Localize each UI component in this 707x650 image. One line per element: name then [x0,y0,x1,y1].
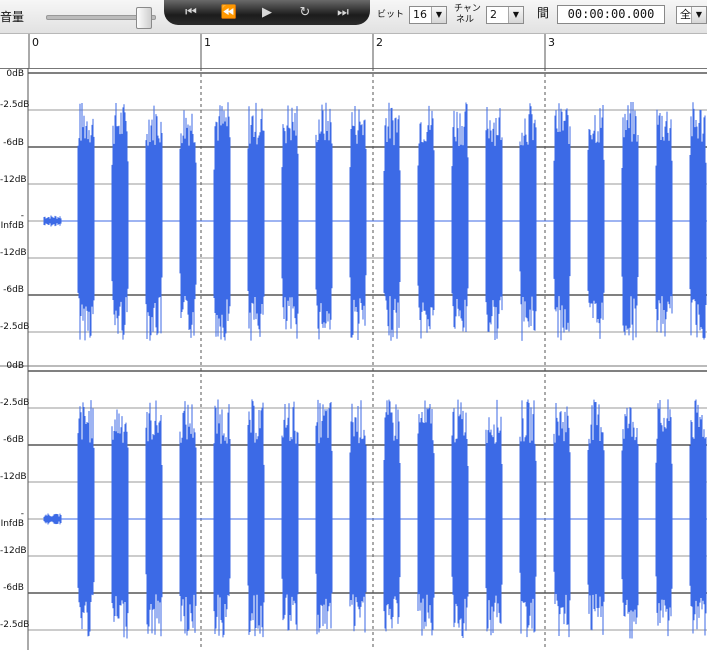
waveform-burst [145,400,163,637]
bit-depth-value: 16 [413,8,427,21]
db-label: -12dB [0,175,27,185]
db-label: -2.5dB [0,620,30,630]
channel-label-line1: チャン [454,4,481,14]
toolbar: 音量 ⏮ ⏪ ▶ ↻ ⏭ ビット 16 ▼ チャン ネル 2 ▼ 間 00:00… [0,0,707,34]
chevron-down-icon[interactable]: ▼ [508,7,523,23]
waveform-burst [349,400,367,633]
db-label: -6dB [3,285,24,295]
waveform-blip [43,215,62,227]
volume-slider[interactable] [46,7,156,29]
db-label: -6dB [3,583,24,593]
waveform-burst [77,400,95,637]
db-label: -12dB [0,546,27,556]
waveform-burst [145,105,163,341]
scope-select[interactable]: 全 ▼ [676,6,707,24]
channel-label-line2: ネル [456,15,475,25]
waveform-burst [281,401,299,631]
waveform-burst [553,402,571,638]
chevron-down-icon[interactable]: ▼ [431,7,446,23]
waveform-burst [451,102,469,332]
bit-label: ビット [377,10,405,20]
waveform-burst [655,399,673,637]
waveform-burst [349,106,367,340]
loop-icon[interactable]: ↻ [294,3,316,23]
db-label: -6dB [3,435,24,445]
waveform-burst [451,399,469,638]
waveform-burst [179,401,197,636]
waveform-burst [655,109,673,337]
waveform-burst [111,103,129,340]
db-label: -12dB [0,248,27,258]
waveform-canvas[interactable] [0,68,707,650]
waveform-burst [281,105,299,339]
volume-slider-thumb[interactable] [136,7,152,29]
skip-to-start-icon[interactable]: ⏮ [180,3,202,23]
waveform-burst [213,399,231,638]
chevron-down-icon[interactable]: ▼ [691,7,706,23]
db-label: -InfdB [0,211,24,231]
waveform-burst [485,106,503,341]
waveform-burst [519,103,537,341]
waveform-burst [111,409,129,639]
timeline-ruler[interactable]: 0 1 2 3 [0,34,707,69]
waveform-burst [315,102,333,340]
waveform-burst [417,400,435,636]
waveform-burst [485,399,503,636]
db-label: -6dB [3,138,24,148]
scope-value: 全 [680,8,691,21]
waveform-burst [179,110,197,338]
waveform-burst [689,102,707,340]
volume-label: 音量 [0,10,25,24]
time-label: 間 [537,6,550,20]
waveform-burst [587,105,605,339]
waveform-blip [43,513,62,525]
ruler-ticks [28,34,546,68]
waveform-burst [213,102,231,341]
channel-value: 2 [490,8,497,21]
play-icon[interactable]: ▶ [256,3,278,23]
waveform-burst [587,399,605,635]
rewind-icon[interactable]: ⏪ [218,3,240,23]
waveform-burst [247,399,265,638]
waveform-burst [383,102,401,341]
transport-controls: ⏮ ⏪ ▶ ↻ ⏭ [164,0,370,25]
db-label: -2.5dB [0,322,30,332]
waveform-burst [77,102,95,341]
db-label: -12dB [0,472,27,482]
time-display[interactable]: 00:00:00.000 [557,5,665,24]
waveform-burst [621,407,639,639]
waveform-area[interactable]: 0dB -2.5dB -6dB -12dB -InfdB -12dB -6dB … [0,68,707,650]
db-label: -InfdB [0,509,24,529]
waveform-burst [315,399,333,635]
db-label: 0dB [6,69,24,79]
waveform-burst [689,399,707,636]
channel-select[interactable]: 2 ▼ [486,6,524,24]
waveform-burst [553,103,571,341]
db-label: -2.5dB [0,100,30,110]
db-label: -2.5dB [0,398,30,408]
waveform-burst [621,101,639,341]
waveform-burst [247,102,265,341]
skip-to-end-icon[interactable]: ⏭ [332,3,354,23]
db-label: 0dB [6,361,24,371]
bit-depth-select[interactable]: 16 ▼ [409,6,447,24]
waveform-burst [383,399,401,632]
waveform-burst [519,399,537,638]
waveform-burst [417,105,435,339]
